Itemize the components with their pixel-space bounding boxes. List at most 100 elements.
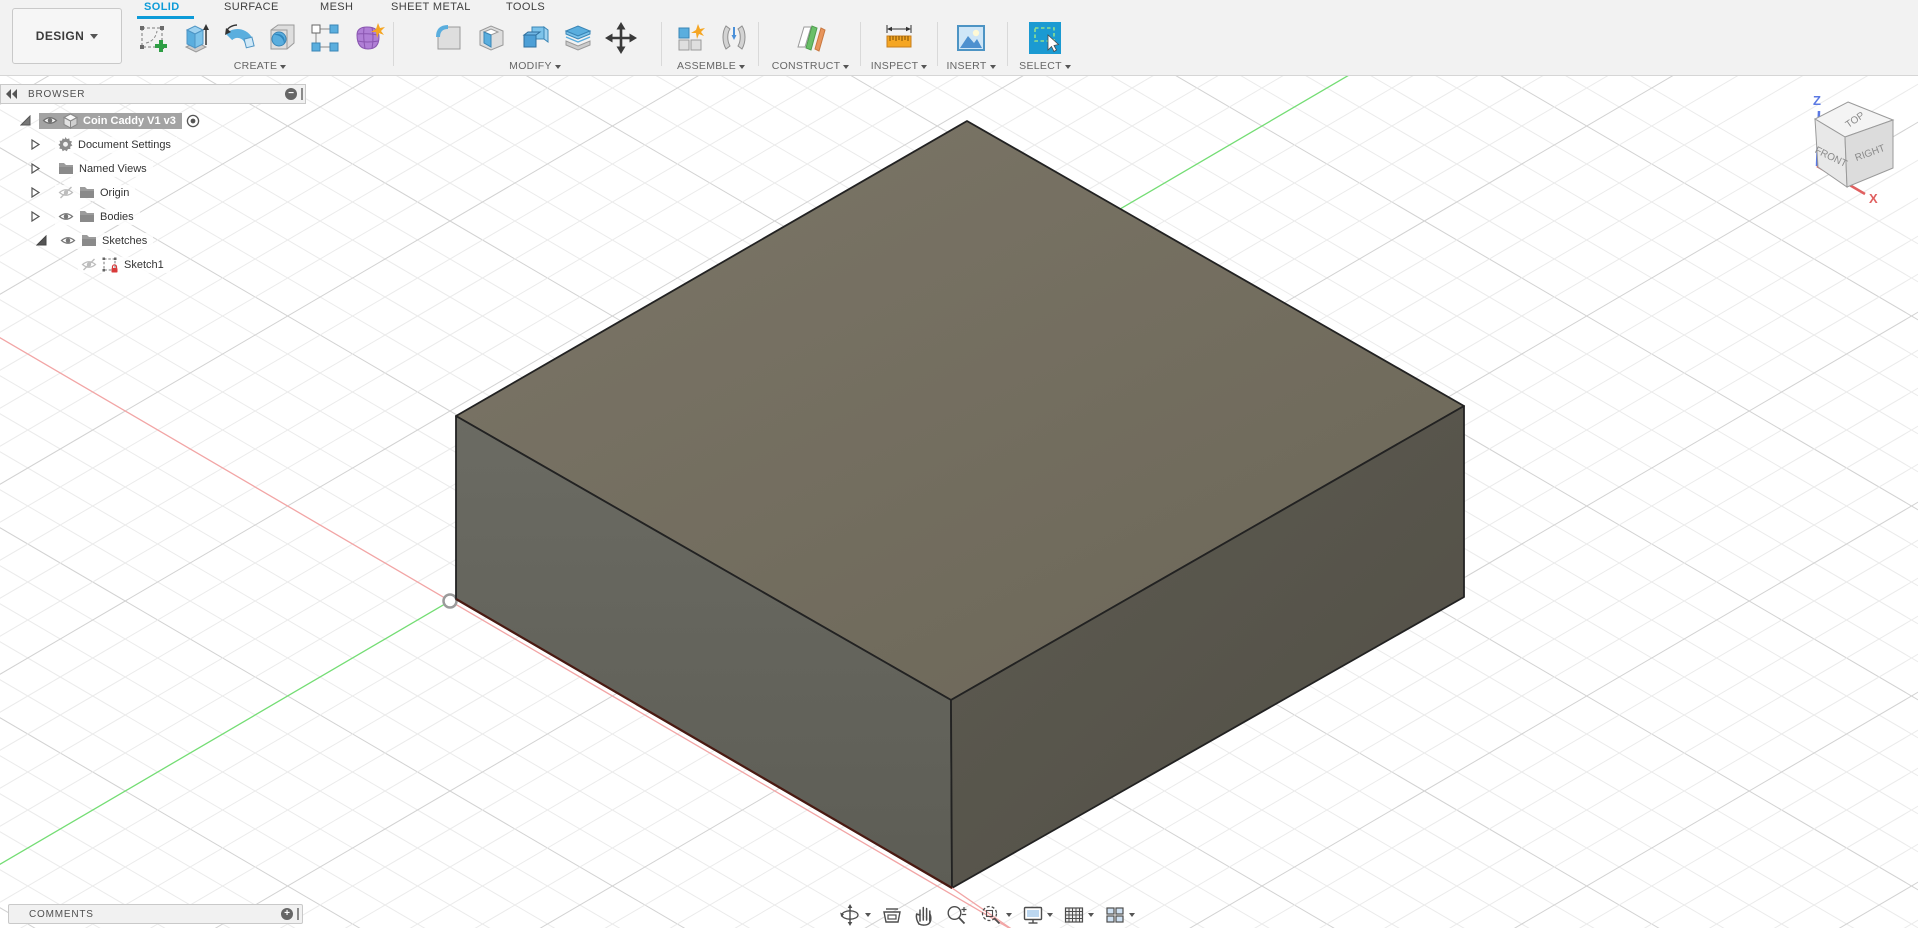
browser-title: BROWSER [28, 88, 86, 100]
shell-icon [479, 25, 504, 51]
x-axis-label: X [1869, 191, 1878, 206]
extrude-button[interactable] [178, 20, 214, 56]
fillet-button[interactable] [431, 20, 467, 56]
panel-resize-handle[interactable] [297, 908, 299, 920]
hole-button[interactable] [264, 20, 300, 56]
gear-icon [58, 137, 73, 152]
comments-panel[interactable]: COMMENTS + [8, 904, 303, 924]
component-cube-icon [63, 112, 78, 129]
measure-icon [886, 25, 912, 48]
active-tab-underline [137, 16, 194, 19]
visibility-off-eye-icon[interactable] [58, 186, 74, 199]
combine-button[interactable] [517, 20, 553, 56]
construct-menu[interactable]: CONSTRUCT [768, 60, 853, 72]
tab-tools[interactable]: TOOLS [506, 1, 545, 17]
tab-mesh[interactable]: MESH [320, 1, 353, 17]
select-button[interactable] [1027, 20, 1063, 56]
create-sketch-icon [139, 26, 167, 52]
main-toolbar: DESIGN SOLID SURFACE MESH SHEET METAL TO… [0, 0, 1918, 76]
insert-image-icon [957, 25, 985, 51]
tree-row-sketches[interactable]: Sketches [36, 232, 154, 249]
chevron-down-icon[interactable] [1129, 913, 1135, 917]
expanded-arrow-icon[interactable] [36, 235, 47, 246]
orbit-button[interactable] [836, 903, 873, 927]
collapse-panel-icon[interactable] [6, 89, 18, 99]
modify-menu[interactable]: MODIFY [416, 60, 654, 72]
tab-surface[interactable]: SURFACE [224, 1, 279, 17]
chevron-down-icon[interactable] [1047, 913, 1053, 917]
folder-icon [80, 211, 94, 222]
insert-menu[interactable]: INSERT [938, 60, 1004, 72]
move-copy-button[interactable] [603, 20, 639, 56]
tree-row-bodies[interactable]: Bodies [30, 208, 140, 225]
create-form-button[interactable] [350, 20, 386, 56]
tree-row-document-settings[interactable]: Document Settings [30, 136, 177, 153]
tree-row-named-views[interactable]: Named Views [30, 160, 153, 177]
fit-icon [981, 905, 1001, 925]
activate-component-radio-icon[interactable] [186, 114, 200, 128]
zoom-button[interactable] [943, 903, 971, 927]
display-settings-button[interactable] [1020, 903, 1055, 927]
shell-button[interactable] [474, 20, 510, 56]
expanded-arrow-icon[interactable] [20, 115, 31, 126]
tree-row-sketch1[interactable]: Sketch1 [78, 256, 170, 273]
tree-row-root[interactable]: Coin Caddy V1 v3 [20, 112, 200, 129]
model-viewport[interactable] [0, 76, 1918, 928]
collapsed-arrow-icon[interactable] [30, 187, 41, 198]
offset-face-button[interactable] [560, 20, 596, 56]
workspace-switcher-button[interactable]: DESIGN [12, 8, 122, 64]
browser-display-toggle-icon[interactable]: − [285, 88, 297, 100]
view-cube[interactable]: Z X TOP FRONT RIGHT [1785, 90, 1915, 208]
pan-button[interactable] [911, 903, 937, 927]
revolve-button[interactable] [221, 20, 257, 56]
tab-sheet-metal[interactable]: SHEET METAL [391, 1, 471, 17]
chevron-down-icon [554, 65, 561, 69]
collapsed-arrow-icon[interactable] [30, 139, 41, 150]
viewports-button[interactable] [1102, 903, 1137, 927]
chevron-down-icon[interactable] [1006, 913, 1012, 917]
inspect-menu[interactable]: INSPECT [864, 60, 934, 72]
tab-solid[interactable]: SOLID [144, 1, 180, 17]
chevron-down-icon[interactable] [865, 913, 871, 917]
group-create: CREATE [128, 20, 392, 74]
component-name: Coin Caddy V1 v3 [83, 114, 176, 127]
chevron-down-icon[interactable] [1088, 913, 1094, 917]
grid-snaps-button[interactable] [1061, 903, 1096, 927]
browser-header[interactable]: BROWSER − [0, 84, 306, 104]
construction-plane-button[interactable] [793, 20, 829, 56]
tree-item-label: Sketch1 [124, 258, 164, 271]
toolbar-separator [1007, 22, 1008, 66]
folder-icon [80, 187, 94, 198]
group-construct: CONSTRUCT [768, 20, 853, 74]
select-icon [1029, 22, 1061, 54]
folder-icon [59, 163, 73, 174]
look-at-button[interactable] [879, 903, 905, 927]
joint-icon [722, 25, 745, 50]
chevron-down-icon [921, 65, 928, 69]
create-menu[interactable]: CREATE [128, 60, 392, 72]
toolbar-separator [758, 22, 759, 66]
measure-button[interactable] [881, 20, 917, 56]
tree-row-origin[interactable]: Origin [30, 184, 136, 201]
select-menu[interactable]: SELECT [1013, 60, 1077, 72]
tree-item-label: Named Views [79, 162, 147, 175]
visibility-eye-icon[interactable] [42, 114, 58, 127]
create-sketch-button[interactable] [135, 20, 171, 56]
chevron-down-icon [843, 65, 850, 69]
collapsed-arrow-icon[interactable] [30, 163, 41, 174]
new-component-button[interactable] [672, 20, 708, 56]
visibility-off-eye-icon[interactable] [81, 258, 97, 271]
visibility-eye-icon[interactable] [58, 210, 74, 223]
tree-item-label: Bodies [100, 210, 134, 223]
chevron-down-icon [989, 65, 996, 69]
visibility-eye-icon[interactable] [60, 234, 76, 247]
panel-resize-handle[interactable] [301, 88, 303, 100]
insert-button[interactable] [953, 20, 989, 56]
add-comment-icon[interactable]: + [281, 908, 293, 920]
assemble-menu[interactable]: ASSEMBLE [665, 60, 757, 72]
fit-button[interactable] [977, 903, 1014, 927]
collapsed-arrow-icon[interactable] [30, 211, 41, 222]
joint-button[interactable] [715, 20, 751, 56]
pan-hand-icon [915, 906, 932, 926]
pattern-button[interactable] [307, 20, 343, 56]
